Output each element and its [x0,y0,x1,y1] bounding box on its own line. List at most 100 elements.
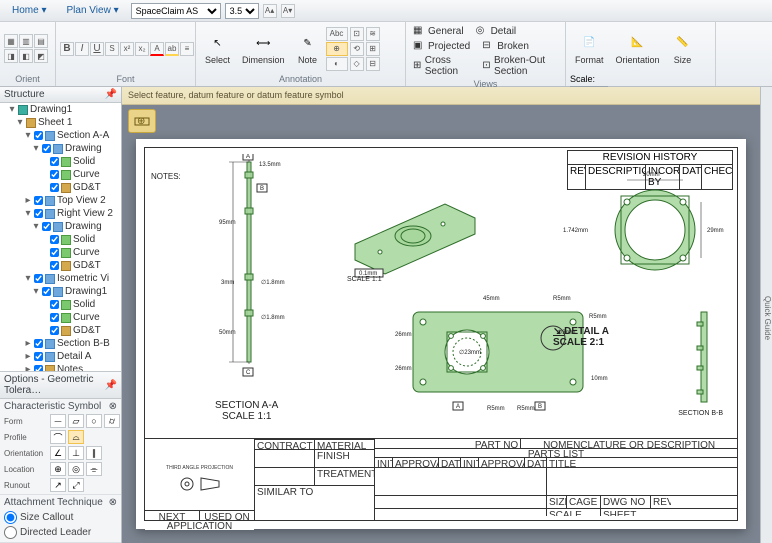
select-tool[interactable]: ↖Select [200,25,235,73]
tree-item[interactable]: ▸Notes [0,363,121,371]
tree-item[interactable]: ▾Section A-A [0,129,121,142]
ori-top[interactable]: ▦ [4,34,18,48]
ori-front[interactable]: ▥ [19,34,33,48]
format-btn[interactable]: 📄Format [570,24,609,72]
detail-a-label: ↘ DETAIL ASCALE 2:1 [553,326,609,348]
ann6[interactable]: ⊟ [366,57,380,71]
tree-item[interactable]: ▾Drawing1 [0,285,121,298]
group-font: Font [60,73,191,84]
size-btn[interactable]: 📏Size [667,24,699,72]
underline[interactable]: U [90,42,104,56]
projected-view[interactable]: ▣Projected [410,39,473,53]
home-menu[interactable]: Home ▾ [4,3,55,18]
note-icon: ✎ [297,32,319,54]
strike[interactable]: S [105,42,119,56]
symbol-cell[interactable]: ⌒ [50,430,66,444]
shrink-font[interactable]: A▾ [281,4,295,18]
projected-icon: ▣ [413,40,425,52]
color[interactable]: A [150,42,164,56]
ann4[interactable]: ≋ [366,27,380,41]
note-tool[interactable]: ✎Note [292,25,324,73]
collapse-icon[interactable]: ⊗ [109,401,117,412]
symbol-cell[interactable]: ▱ [68,414,84,428]
drawing-canvas[interactable]: Select feature, datum feature or datum f… [122,87,760,543]
weld-btn[interactable]: ◐ [326,57,348,71]
svg-text:45mm: 45mm [483,296,500,302]
pin-icon-2[interactable]: 📌 [105,380,117,391]
tree-item[interactable]: ▾Sheet 1 [0,116,121,129]
svg-text:∅23mm: ∅23mm [459,349,481,356]
tree-item[interactable]: ▸Section B-B [0,337,121,350]
tree-item[interactable]: ▾Drawing [0,142,121,155]
structure-header: Structure📌 [0,87,121,103]
tree-item[interactable]: ▸Detail A [0,350,121,363]
font-select[interactable]: SpaceClaim AS [131,3,221,19]
orientation-btn[interactable]: 📐Orientation [611,24,665,72]
sec-aa-label: SECTION A-ASCALE 1:1 [215,400,278,422]
symbol-cell[interactable]: ⌭ [104,414,120,428]
symbol-cell[interactable]: ⏤ [50,414,66,428]
tree-item[interactable]: GD&T [0,181,121,194]
abc-btn[interactable]: Abc [326,27,348,41]
brokenout-view[interactable]: ⊡Broken-Out Section [479,54,561,78]
ori-iso[interactable]: ◨ [4,49,18,63]
general-view[interactable]: ▦General [410,24,467,38]
dimension-tool[interactable]: ⟷Dimension [237,25,290,73]
ann2[interactable]: ⟲ [350,42,364,56]
symbol-cell[interactable]: ◎ [68,462,84,476]
fontsize-select[interactable]: 3.5 [225,3,259,19]
radio-size-callout[interactable]: Size Callout [4,510,117,525]
symbol-cell[interactable]: ↗ [50,478,66,492]
gtol-btn[interactable]: ⊕ [326,42,348,56]
tree-item[interactable]: ▸Top View 2 [0,194,121,207]
svg-text:B: B [260,186,264,192]
quick-guide-tab[interactable]: Quick Guide [760,87,772,543]
tree-item[interactable]: Solid [0,155,121,168]
symbol-cell[interactable]: ⌓ [68,430,84,444]
hilite[interactable]: ab [165,42,179,56]
tree-item[interactable]: GD&T [0,259,121,272]
ann5[interactable]: ⊞ [366,42,380,56]
symbol-cell[interactable]: ○ [86,414,102,428]
broken-view[interactable]: ⊟Broken [479,39,532,53]
hint-bar: Select feature, datum feature or datum f… [122,87,760,105]
ann3[interactable]: ◇ [350,57,364,71]
super[interactable]: x² [120,42,134,56]
symbol-cell[interactable]: ∠ [50,446,66,460]
ann1[interactable]: ⊡ [350,27,364,41]
tree-item[interactable]: Solid [0,233,121,246]
detail-view[interactable]: ◎Detail [473,24,520,38]
sub[interactable]: x₂ [135,42,149,56]
symbol-cell[interactable]: ⊥ [68,446,84,460]
plan-view[interactable]: Plan View ▾ [59,3,127,18]
symbol-cell[interactable]: ⊕ [50,462,66,476]
tree-item[interactable]: Solid [0,298,121,311]
italic[interactable]: I [75,42,89,56]
tree-item[interactable]: Curve [0,168,121,181]
tree-item[interactable]: ▾Right View 2 [0,207,121,220]
tree-item[interactable]: ▾Drawing [0,220,121,233]
tree-item[interactable]: GD&T [0,324,121,337]
dimension-icon: ⟷ [252,32,274,54]
ori-right[interactable]: ▤ [34,34,48,48]
svg-text:R5mm: R5mm [517,406,535,412]
grow-font[interactable]: A▴ [263,4,277,18]
symbol-cell[interactable]: ∥ [86,446,102,460]
structure-tree[interactable]: ▾Drawing1▾Sheet 1▾Section A-A▾DrawingSol… [0,103,121,371]
symbol-cell[interactable]: ⌯ [86,462,102,476]
collapse-icon-2[interactable]: ⊗ [109,497,117,508]
pin-icon[interactable]: 📌 [105,89,117,100]
bold[interactable]: B [60,42,74,56]
tree-item[interactable]: Curve [0,311,121,324]
ori-left[interactable]: ◩ [34,49,48,63]
tree-item[interactable]: ▾Drawing1 [0,103,121,116]
symbol-cell[interactable]: ⤢ [68,478,84,492]
tree-item[interactable]: ▾Isometric Vi [0,272,121,285]
tree-item[interactable]: Curve [0,246,121,259]
attach-title: Attachment Technique [4,497,103,508]
ori-back[interactable]: ◧ [19,49,33,63]
align[interactable]: ≡ [180,42,194,56]
radio-directed-leader[interactable]: Directed Leader [4,525,117,540]
cross-section-view[interactable]: ⊞Cross Section [410,54,473,78]
svg-text:1.742mm: 1.742mm [563,228,588,234]
